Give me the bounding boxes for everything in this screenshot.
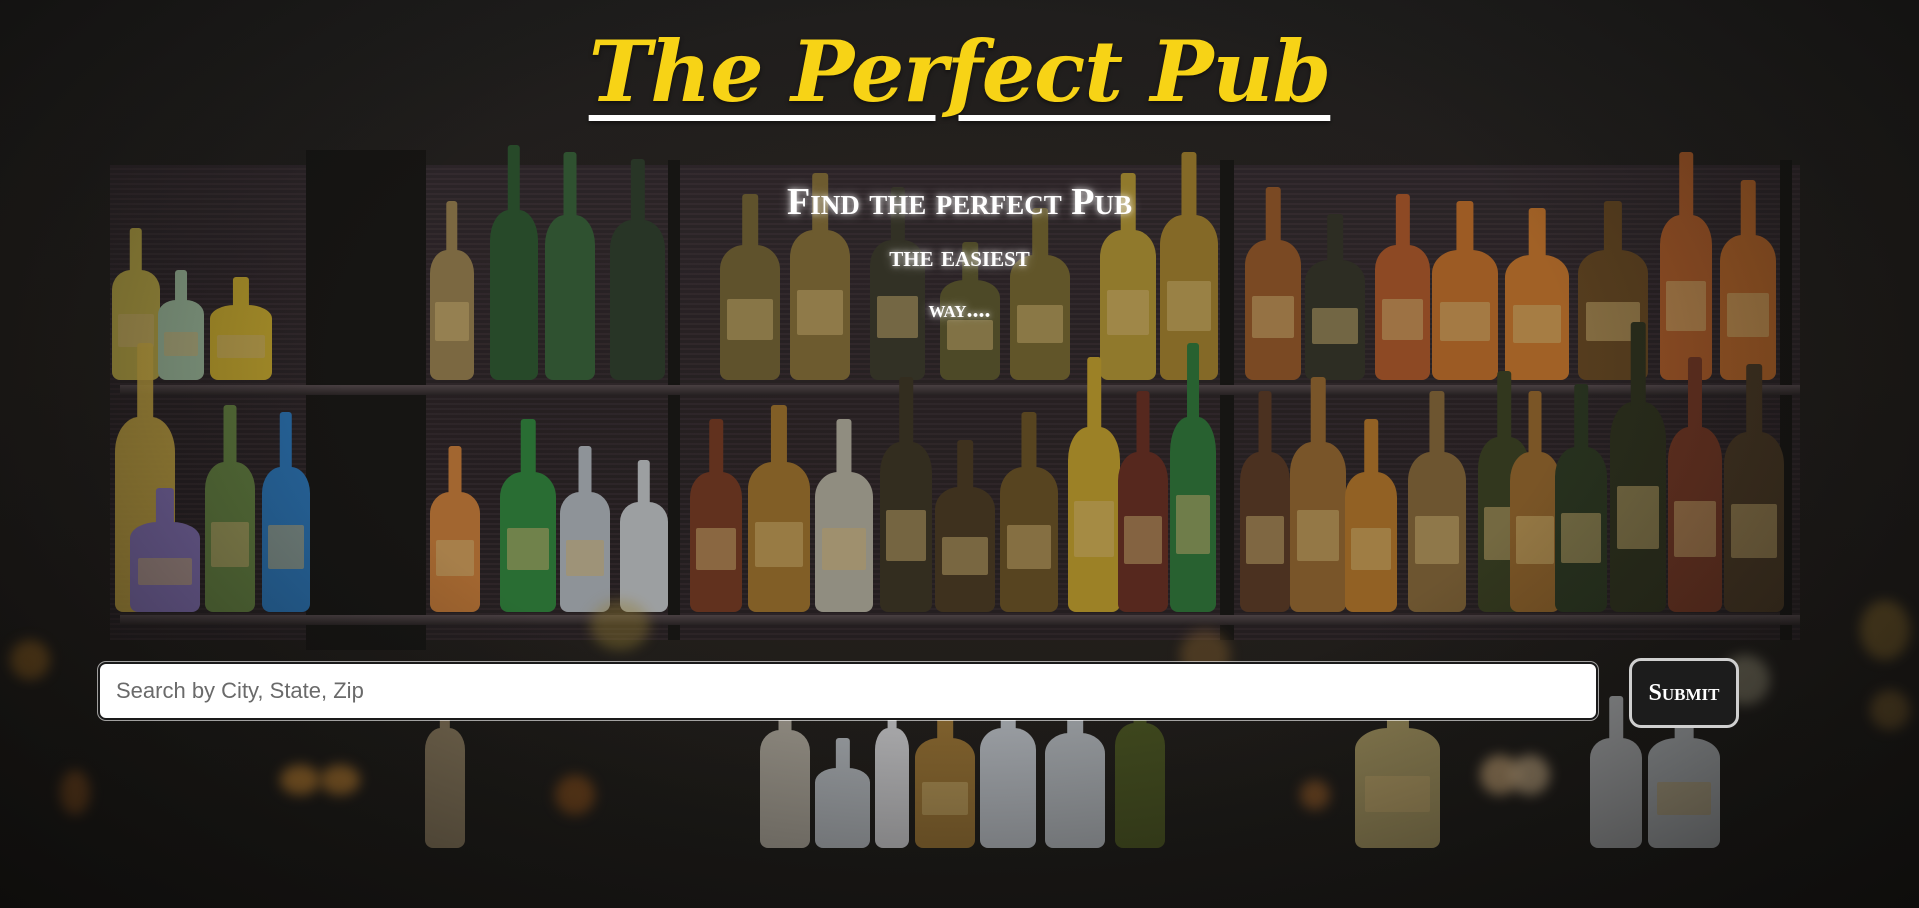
background-dim-overlay <box>0 0 1919 908</box>
tagline-line-2: the easiest <box>889 240 1030 273</box>
page-title: The Perfect Pub <box>0 22 1919 121</box>
search-input[interactable] <box>98 662 1598 720</box>
tagline-line-1: Find the perfect Pub <box>787 181 1132 223</box>
bar-background-image <box>0 0 1919 908</box>
submit-button[interactable]: Submit <box>1629 658 1739 728</box>
page-title-text: The Perfect Pub <box>588 22 1332 121</box>
tagline-line-3: way.... <box>928 297 991 323</box>
